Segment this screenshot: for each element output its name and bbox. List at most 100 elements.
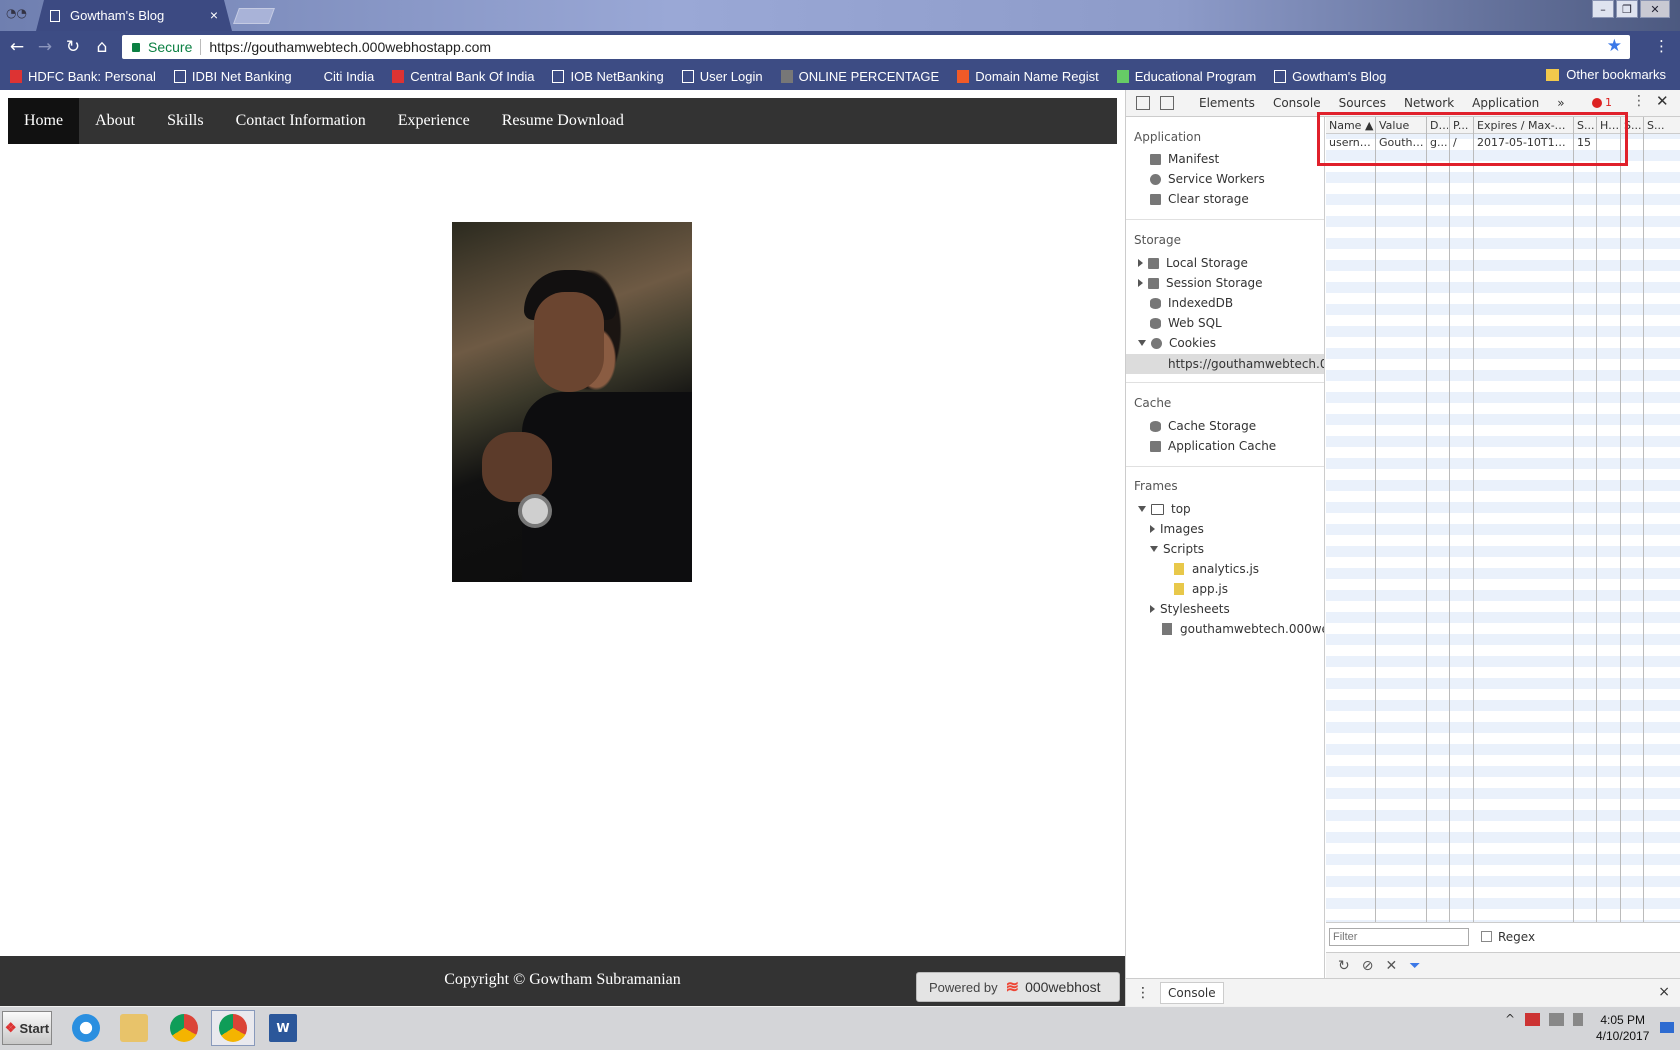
error-badge[interactable]: 1 — [1592, 96, 1612, 109]
sidebar-item-service-workers[interactable]: Service Workers — [1150, 172, 1265, 186]
drawer-close-icon[interactable]: × — [1658, 984, 1670, 1000]
taskbar-ie[interactable] — [64, 1010, 108, 1046]
sidebar-item-cache-storage[interactable]: Cache Storage — [1150, 419, 1256, 433]
restore-button[interactable]: ❐ — [1616, 0, 1638, 18]
expand-icon — [1138, 279, 1143, 287]
bookmark-item[interactable]: Educational Program — [1116, 69, 1256, 84]
sidebar-item-cookie-origin[interactable]: https://gouthamwebtech.00 — [1126, 354, 1324, 374]
notification-icon[interactable] — [1660, 1022, 1674, 1033]
tab-elements[interactable]: Elements — [1190, 96, 1264, 110]
manifest-icon — [1150, 153, 1161, 165]
bookmark-item[interactable]: Central Bank Of India — [392, 69, 534, 84]
window-icon — [1151, 503, 1164, 515]
bookmark-item[interactable]: Gowtham's Blog — [1274, 69, 1386, 84]
tab-console[interactable]: Console — [1264, 96, 1330, 110]
bookmark-item[interactable]: IDBI Net Banking — [173, 69, 292, 84]
sidebar-item-images[interactable]: Images — [1150, 522, 1204, 536]
security-icon[interactable] — [1525, 1012, 1541, 1026]
tab-network[interactable]: Network — [1395, 96, 1463, 110]
tab-sources[interactable]: Sources — [1330, 96, 1395, 110]
network-icon[interactable] — [1549, 1012, 1565, 1026]
webhost-logo-icon: ≋ — [1005, 979, 1020, 996]
sidebar-item-manifest[interactable]: Manifest — [1150, 152, 1219, 166]
sidebar-item-scripts[interactable]: Scripts — [1150, 542, 1204, 556]
grid-icon — [1150, 440, 1161, 452]
browser-tab[interactable]: Gowtham's Blog × — [36, 0, 232, 31]
grid-icon — [1148, 277, 1159, 289]
nav-skills[interactable]: Skills — [151, 98, 219, 144]
sidebar-item-stylesheet-doc[interactable]: gouthamwebtech.000webho — [1162, 622, 1324, 636]
back-icon[interactable]: ← — [7, 37, 27, 57]
regex-checkbox[interactable] — [1481, 931, 1492, 942]
sidebar-item-top-frame[interactable]: top — [1138, 502, 1191, 516]
sidebar-item-local-storage[interactable]: Local Storage — [1138, 256, 1248, 270]
show-hidden-icon[interactable]: ^ — [1505, 1012, 1515, 1026]
forward-icon[interactable]: → — [35, 37, 55, 57]
browser-menu-icon[interactable]: ⋮ — [1654, 37, 1669, 55]
bookmark-item[interactable]: IOB NetBanking — [552, 69, 664, 84]
citi-icon — [310, 70, 318, 83]
file-icon — [1174, 583, 1184, 595]
nav-contact[interactable]: Contact Information — [220, 98, 382, 144]
filter-icon[interactable]: ⏷ — [1409, 958, 1420, 974]
home-icon[interactable]: ⌂ — [92, 37, 112, 57]
taskbar-chrome[interactable] — [162, 1010, 206, 1046]
console-drawer: ⋮ Console × — [1126, 978, 1680, 1006]
minimize-button[interactable]: – — [1592, 0, 1614, 18]
sidebar-item-clear-storage[interactable]: Clear storage — [1150, 192, 1249, 206]
device-toggle-icon[interactable] — [1160, 96, 1174, 110]
checkbox-icon — [1116, 69, 1129, 83]
bookmark-star-icon[interactable]: ★ — [1607, 36, 1622, 56]
collapse-icon — [1138, 340, 1146, 346]
filter-input[interactable] — [1329, 927, 1469, 946]
gear-icon — [1150, 173, 1161, 185]
expand-icon — [1150, 605, 1155, 613]
devtools-close-icon[interactable]: ✕ — [1656, 92, 1669, 110]
bookmark-item[interactable]: Citi India — [310, 69, 375, 84]
tab-close-icon[interactable]: × — [210, 7, 218, 23]
folder-icon — [120, 1014, 148, 1042]
taskbar-explorer[interactable] — [112, 1010, 156, 1046]
sidebar-item-web-sql[interactable]: Web SQL — [1150, 316, 1222, 330]
column-header[interactable]: S... — [1647, 119, 1677, 132]
file-icon — [1174, 563, 1184, 575]
nav-resume[interactable]: Resume Download — [486, 98, 640, 144]
sidebar-item-app-js[interactable]: app.js — [1174, 582, 1228, 596]
refresh-icon[interactable]: ↻ — [1338, 958, 1350, 974]
devtools-menu-icon[interactable]: ⋮ — [1632, 93, 1646, 109]
taskbar-chrome-active[interactable] — [211, 1010, 255, 1046]
more-tabs-icon[interactable]: » — [1548, 96, 1573, 110]
delete-icon[interactable]: ✕ — [1385, 958, 1397, 974]
bookmark-item[interactable]: ONLINE PERCENTAGE — [780, 69, 939, 84]
clock[interactable]: 4:05 PM 4/10/2017 — [1596, 1012, 1649, 1044]
sidebar-item-indexeddb[interactable]: IndexedDB — [1150, 296, 1233, 310]
reload-icon[interactable]: ↻ — [63, 37, 83, 57]
bookmark-item[interactable]: User Login — [681, 69, 763, 84]
new-tab-button[interactable] — [233, 8, 275, 24]
drawer-menu-icon[interactable]: ⋮ — [1136, 985, 1150, 1001]
nav-home[interactable]: Home — [8, 98, 80, 144]
taskbar-word[interactable]: W — [261, 1010, 305, 1046]
other-bookmarks[interactable]: Other bookmarks — [1546, 67, 1666, 82]
clear-all-icon[interactable]: ⊘ — [1362, 958, 1374, 974]
bookmark-item[interactable]: HDFC Bank: Personal — [10, 69, 156, 84]
window-close-button[interactable]: ✕ — [1640, 0, 1670, 18]
tab-application[interactable]: Application — [1463, 96, 1548, 110]
powered-by-badge[interactable]: Powered by ≋ 000webhost — [916, 972, 1120, 1002]
start-button[interactable]: ❖ Start — [2, 1011, 52, 1045]
volume-icon[interactable] — [1573, 1012, 1584, 1026]
sidebar-item-session-storage[interactable]: Session Storage — [1138, 276, 1263, 290]
sidebar-item-application-cache[interactable]: Application Cache — [1150, 439, 1276, 453]
sidebar-item-stylesheets[interactable]: Stylesheets — [1150, 602, 1230, 616]
nav-about[interactable]: About — [79, 98, 151, 144]
sidebar-item-analytics-js[interactable]: analytics.js — [1174, 562, 1259, 576]
sidebar-item-cookies[interactable]: Cookies — [1138, 336, 1216, 350]
cookie-table: Name ▲ Value D... P... Expires / Max-Age… — [1326, 117, 1680, 922]
address-bar[interactable]: Secure https://gouthamwebtech.000webhost… — [122, 35, 1630, 59]
url-text[interactable]: https://gouthamwebtech.000webhostapp.com — [209, 39, 491, 55]
drawer-tab-console[interactable]: Console — [1160, 981, 1224, 1004]
nav-experience[interactable]: Experience — [382, 98, 486, 144]
inspect-icon[interactable] — [1136, 96, 1150, 110]
bookmark-item[interactable]: Domain Name Regist — [957, 69, 1099, 84]
hdfc-icon — [10, 69, 22, 83]
